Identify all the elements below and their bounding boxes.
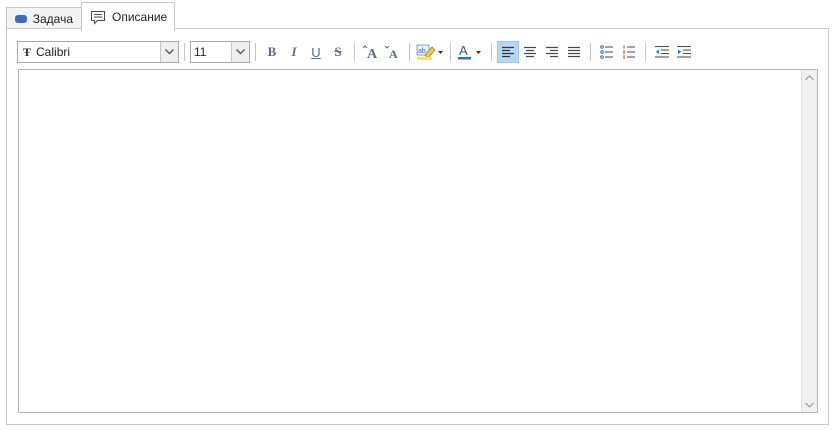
- separator: [645, 43, 646, 61]
- align-center-button[interactable]: [519, 41, 541, 63]
- numbered-list-button[interactable]: [618, 41, 640, 63]
- increase-indent-icon: [677, 45, 691, 58]
- bullet-list-icon: [600, 45, 613, 59]
- chevron-down-icon: [236, 49, 245, 55]
- svg-text:A: A: [459, 43, 468, 58]
- grow-font-button[interactable]: A: [360, 41, 382, 63]
- strikethrough-button[interactable]: S: [327, 41, 349, 63]
- bold-icon: B: [267, 44, 277, 59]
- underline-icon: U: [311, 44, 321, 60]
- align-center-icon: [524, 46, 536, 58]
- tab-description-label: Описание: [112, 10, 168, 24]
- font-color-button[interactable]: A: [456, 41, 486, 63]
- font-size-select[interactable]: 11: [190, 41, 250, 63]
- font-name-dropdown[interactable]: [160, 42, 178, 62]
- increase-indent-button[interactable]: [673, 41, 695, 63]
- font-name-select[interactable]: Ŧ Calibri: [17, 41, 179, 63]
- grow-font-icon: A: [362, 45, 378, 60]
- editor-content[interactable]: [23, 74, 797, 408]
- separator: [354, 43, 355, 61]
- bullet-list-button[interactable]: [596, 41, 618, 63]
- separator: [255, 43, 256, 61]
- justify-button[interactable]: [563, 41, 585, 63]
- align-left-button[interactable]: [497, 41, 519, 63]
- align-right-button[interactable]: [541, 41, 563, 63]
- highlight-icon: ab: [416, 44, 443, 60]
- svg-text:A: A: [367, 47, 378, 60]
- font-size-value: 11: [194, 45, 207, 59]
- description-panel: Ŧ Calibri 11 B I U S A A ab A: [6, 28, 829, 425]
- bold-button[interactable]: B: [261, 41, 283, 63]
- comment-icon: [90, 10, 106, 25]
- separator: [184, 43, 185, 61]
- italic-button[interactable]: I: [283, 41, 305, 63]
- tab-task-label: Задача: [32, 11, 73, 26]
- scroll-down-icon[interactable]: [805, 400, 814, 409]
- shrink-font-button[interactable]: A: [382, 41, 404, 63]
- tab-task[interactable]: Задача: [6, 7, 82, 29]
- underline-button[interactable]: U: [305, 41, 327, 63]
- highlight-color-button[interactable]: ab: [415, 41, 445, 63]
- chevron-down-icon: [165, 49, 174, 55]
- separator: [409, 43, 410, 61]
- align-right-icon: [546, 46, 558, 58]
- separator: [590, 43, 591, 61]
- justify-icon: [568, 46, 580, 58]
- scroll-up-icon[interactable]: [805, 73, 814, 82]
- tab-description[interactable]: Описание: [81, 2, 175, 31]
- italic-icon: I: [291, 44, 297, 59]
- shrink-font-icon: A: [384, 45, 398, 60]
- vertical-scrollbar[interactable]: [801, 70, 817, 412]
- strikethrough-icon: S: [334, 44, 342, 59]
- numbered-list-icon: [623, 45, 635, 59]
- task-icon: [15, 14, 27, 23]
- align-left-icon: [502, 46, 514, 58]
- format-toolbar: Ŧ Calibri 11 B I U S A A ab A: [17, 40, 695, 64]
- font-icon: Ŧ: [23, 44, 32, 59]
- svg-text:A: A: [389, 47, 398, 60]
- separator: [491, 43, 492, 61]
- separator: [450, 43, 451, 61]
- description-editor[interactable]: [18, 69, 818, 413]
- svg-text:ab: ab: [418, 48, 426, 55]
- decrease-indent-button[interactable]: [651, 41, 673, 63]
- font-size-dropdown[interactable]: [231, 42, 249, 62]
- font-name-value: Calibri: [36, 45, 71, 59]
- decrease-indent-icon: [655, 45, 669, 58]
- font-color-icon: A: [458, 43, 481, 60]
